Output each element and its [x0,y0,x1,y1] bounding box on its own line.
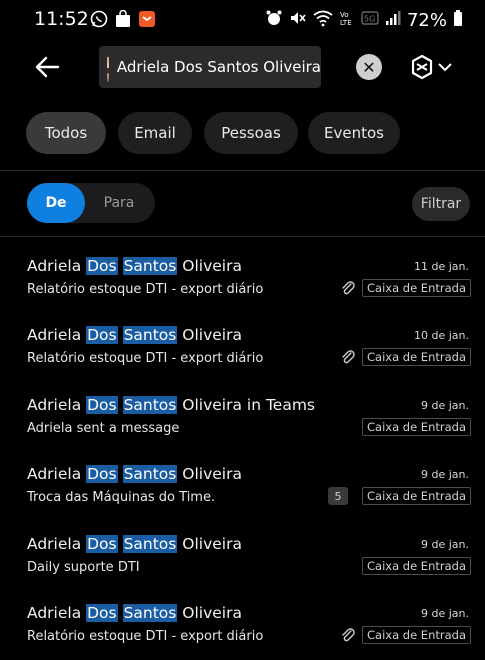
folder-badge: Caixa de Entrada [362,557,471,575]
signal-icon [385,9,401,32]
system-indicators: Vo LTE 5G 72% [265,9,463,32]
folder-badge: Caixa de Entrada [362,626,471,644]
back-arrow-icon [35,56,60,78]
battery-icon [453,9,463,32]
search-query-chip[interactable]: Adriela Dos Santos Oliveira [99,46,321,88]
network-5g-icon: 5G [361,9,379,32]
sender-name: Adriela Dos Santos Oliveira [27,465,242,483]
message-row[interactable]: Adriela Dos Santos Oliveira Relatório es… [0,257,485,313]
search-header: Adriela Dos Santos Oliveira ✕ [0,44,485,94]
date: 9 de jan. [420,607,469,620]
avatar [107,52,109,82]
copilot-button[interactable] [408,50,464,84]
message-row[interactable]: Adriela Dos Santos Oliveira in Teams Adr… [0,396,485,452]
message-row[interactable]: Adriela Dos Santos Oliveira Relatório es… [0,326,485,382]
copilot-icon [411,54,433,80]
folder-badge: Caixa de Entrada [362,279,471,297]
mute-icon [289,9,307,32]
tab-pessoas[interactable]: Pessoas [204,112,298,154]
svg-text:LTE: LTE [340,19,352,27]
notification-icons [90,10,156,28]
date: 9 de jan. [420,468,469,481]
sender-name: Adriela Dos Santos Oliveira in Teams [27,396,316,414]
subject: Relatório estoque DTI - export diário [27,282,264,297]
sender-name: Adriela Dos Santos Oliveira [27,257,242,275]
filter-button[interactable]: Filtrar [412,187,470,221]
message-meta: Caixa de Entrada [340,279,471,297]
message-meta: Caixa de Entrada [340,348,471,366]
paperclip-icon [342,281,355,295]
subject: Relatório estoque DTI - export diário [27,351,264,366]
divider [0,236,485,237]
status-bar: 11:52 Vo LTE 5G 72% [0,0,485,40]
folder-badge: Caixa de Entrada [362,348,471,366]
folder-badge: Caixa de Entrada [362,418,471,436]
message-meta: Caixa de Entrada [362,418,471,436]
battery-percent: 72% [406,10,447,31]
svg-text:5G: 5G [364,15,375,24]
message-row[interactable]: Adriela Dos Santos Oliveira Daily suport… [0,535,485,591]
tab-email[interactable]: Email [118,112,192,154]
volte-icon: Vo LTE [339,9,355,32]
back-button[interactable] [32,50,66,84]
close-icon: ✕ [362,57,376,77]
search-query-text: Adriela Dos Santos Oliveira [116,58,321,76]
subject: Adriela sent a message [27,421,180,436]
date: 10 de jan. [413,329,469,342]
toggle-from[interactable]: De [27,183,85,223]
clear-search-button[interactable]: ✕ [356,54,382,80]
subject: Relatório estoque DTI - export diário [27,629,264,644]
alarm-icon [265,9,283,32]
date: 11 de jan. [413,260,469,273]
message-meta: 5 Caixa de Entrada [328,487,471,505]
thread-count-badge: 5 [328,487,348,505]
paperclip-icon [342,628,355,642]
wifi-icon [313,9,333,32]
sender-name: Adriela Dos Santos Oliveira [27,326,242,344]
paperclip-icon [342,350,355,364]
date: 9 de jan. [420,538,469,551]
svg-text:Vo: Vo [340,11,349,19]
sender-name: Adriela Dos Santos Oliveira [27,535,242,553]
folder-badge: Caixa de Entrada [362,487,471,505]
tab-todos[interactable]: Todos [26,112,106,154]
search-category-tabs: Todos Email Pessoas Eventos [0,112,485,154]
clock: 11:52 [34,8,89,30]
divider [0,170,485,171]
shopping-bag-icon [114,10,132,28]
tab-eventos[interactable]: Eventos [308,112,400,154]
chevron-down-icon [438,63,452,72]
sender-name: Adriela Dos Santos Oliveira [27,604,242,622]
message-meta: Caixa de Entrada [340,626,471,644]
toggle-to[interactable]: Para [89,183,149,223]
app-notification-icon [138,10,156,28]
message-row[interactable]: Adriela Dos Santos Oliveira Troca das Má… [0,465,485,521]
subject: Troca das Máquinas do Time. [27,490,216,505]
message-row[interactable]: Adriela Dos Santos Oliveira Relatório es… [0,604,485,660]
from-to-toggle: De Para [27,183,155,223]
whatsapp-icon [90,10,108,28]
subject: Daily suporte DTI [27,560,140,575]
message-meta: Caixa de Entrada [362,557,471,575]
date: 9 de jan. [420,399,469,412]
